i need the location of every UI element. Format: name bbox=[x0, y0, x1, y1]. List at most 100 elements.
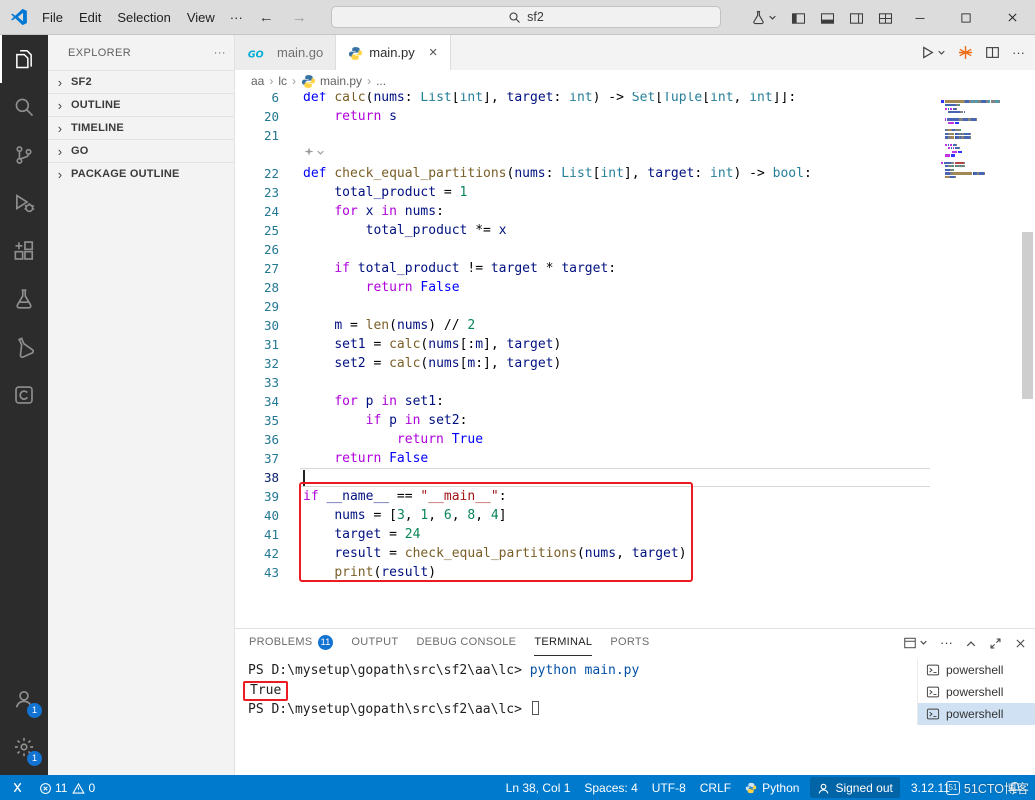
editor-scrollbar[interactable] bbox=[1022, 232, 1033, 399]
status-cursor-position[interactable]: Ln 38, Col 1 bbox=[499, 775, 578, 800]
sparkle-icon[interactable] bbox=[303, 146, 325, 158]
activity-settings[interactable]: 1 bbox=[0, 723, 48, 771]
split-editor-button[interactable] bbox=[985, 45, 1000, 60]
code-line-34[interactable]: 34 for p in set1: bbox=[235, 392, 955, 411]
menu-view[interactable]: View bbox=[179, 7, 223, 28]
close-window-button[interactable] bbox=[989, 0, 1035, 35]
panel-tab-ports[interactable]: PORTS bbox=[610, 629, 649, 656]
sidebar-section-outline[interactable]: ›OUTLINE bbox=[48, 93, 234, 116]
launch-profile-button[interactable] bbox=[751, 10, 777, 25]
terminal-session-item[interactable]: powershell bbox=[918, 703, 1035, 725]
sidebar-more-actions-icon[interactable]: ··· bbox=[214, 47, 226, 59]
code-line-37[interactable]: 37 return False bbox=[235, 449, 955, 468]
code-line-20[interactable]: 20 return s bbox=[235, 107, 955, 126]
minimize-button[interactable] bbox=[897, 0, 943, 35]
panel-tab-problems[interactable]: PROBLEMS11 bbox=[249, 629, 333, 656]
code-line-22[interactable]: 22def check_equal_partitions(nums: List[… bbox=[235, 164, 955, 183]
maximize-button[interactable] bbox=[943, 0, 989, 35]
breadcrumb-item[interactable]: lc bbox=[278, 74, 287, 88]
maximize-panel-icon[interactable] bbox=[965, 635, 977, 650]
status-indentation[interactable]: Spaces: 4 bbox=[577, 775, 644, 800]
code-line-41[interactable]: 41 target = 24 bbox=[235, 525, 955, 544]
menu-overflow-button[interactable]: ··· bbox=[223, 10, 250, 25]
status-eol[interactable]: CRLF bbox=[693, 775, 738, 800]
menu-selection[interactable]: Selection bbox=[109, 7, 178, 28]
problems-status[interactable]: 110 bbox=[32, 775, 102, 800]
code-line-38[interactable]: 38 bbox=[235, 468, 955, 487]
panel-tab-debug-console[interactable]: DEBUG CONSOLE bbox=[416, 629, 516, 656]
editor-more-actions-icon[interactable]: ··· bbox=[1012, 45, 1025, 60]
layout-sidebar-right-icon[interactable] bbox=[849, 9, 864, 25]
panel-tab-terminal[interactable]: TERMINAL bbox=[534, 629, 592, 656]
code-line-36[interactable]: 36 return True bbox=[235, 430, 955, 449]
code-line-39[interactable]: 39if __name__ == "__main__": bbox=[235, 487, 955, 506]
code-line-26[interactable]: 26 bbox=[235, 240, 955, 259]
activity-search[interactable] bbox=[0, 83, 48, 131]
sidebar-section-timeline[interactable]: ›TIMELINE bbox=[48, 116, 234, 139]
status-language-mode[interactable]: Python bbox=[738, 775, 806, 800]
sidebar-section-go[interactable]: ›GO bbox=[48, 139, 234, 162]
activity-extension-b[interactable] bbox=[0, 371, 48, 419]
terminal-session-item[interactable]: powershell bbox=[918, 659, 1035, 681]
code-editor[interactable]: 6def calc(nums: List[int], target: int) … bbox=[235, 92, 1035, 628]
code-line-6[interactable]: 6def calc(nums: List[int], target: int) … bbox=[235, 92, 955, 107]
breadcrumb-item[interactable]: main.py bbox=[301, 73, 362, 88]
code-line-29[interactable]: 29 bbox=[235, 297, 955, 316]
layout-panel-icon[interactable] bbox=[820, 9, 835, 25]
tab-main.py[interactable]: main.py× bbox=[336, 35, 450, 70]
code-line-27[interactable]: 27 if total_product != target * target: bbox=[235, 259, 955, 278]
code-line-33[interactable]: 33 bbox=[235, 373, 955, 392]
terminal-views-button[interactable] bbox=[903, 636, 928, 650]
code-line-40[interactable]: 40 nums = [3, 1, 6, 8, 4] bbox=[235, 506, 955, 525]
error-icon bbox=[39, 780, 52, 794]
panel-tab-output[interactable]: OUTPUT bbox=[351, 629, 398, 656]
code-line-21[interactable]: 21 bbox=[235, 126, 955, 145]
sidebar-section-package-outline[interactable]: ›PACKAGE OUTLINE bbox=[48, 162, 234, 185]
forward-button[interactable]: → bbox=[283, 9, 316, 26]
activity-testing[interactable] bbox=[0, 275, 48, 323]
line-number: 25 bbox=[235, 221, 300, 240]
code-line-23[interactable]: 23 total_product = 1 bbox=[235, 183, 955, 202]
menu-file[interactable]: File bbox=[34, 7, 71, 28]
breadcrumb-item[interactable]: aa bbox=[251, 74, 264, 88]
close-panel-icon[interactable] bbox=[1014, 635, 1027, 650]
code-line-30[interactable]: 30 m = len(nums) // 2 bbox=[235, 316, 955, 335]
activity-accounts[interactable]: 1 bbox=[0, 675, 48, 723]
panel-more-actions-icon[interactable]: ··· bbox=[940, 635, 953, 650]
status-signed-out[interactable]: Signed out bbox=[810, 777, 899, 798]
minimap[interactable] bbox=[939, 92, 1019, 198]
back-button[interactable]: ← bbox=[250, 9, 283, 26]
run-button[interactable] bbox=[920, 45, 946, 60]
terminal-session-item[interactable]: powershell bbox=[918, 681, 1035, 703]
code-line-35[interactable]: 35 if p in set2: bbox=[235, 411, 955, 430]
tab-main.go[interactable]: GOmain.go bbox=[235, 35, 336, 70]
code-line-32[interactable]: 32 set2 = calc(nums[m:], target) bbox=[235, 354, 955, 373]
expand-panel-icon[interactable] bbox=[989, 635, 1002, 650]
layout-sidebar-left-icon[interactable] bbox=[791, 9, 806, 25]
activity-source-control[interactable] bbox=[0, 131, 48, 179]
close-tab-icon[interactable]: × bbox=[429, 45, 438, 60]
activity-explorer[interactable] bbox=[0, 35, 48, 83]
inline-suggestion-row[interactable] bbox=[235, 145, 955, 164]
terminal[interactable]: PS D:\mysetup\gopath\src\sf2\aa\lc> pyth… bbox=[235, 656, 1035, 775]
menu-edit[interactable]: Edit bbox=[71, 7, 109, 28]
code-line-24[interactable]: 24 for x in nums: bbox=[235, 202, 955, 221]
activity-extensions[interactable] bbox=[0, 227, 48, 275]
customize-layout-icon[interactable] bbox=[878, 9, 893, 25]
asterisk-icon[interactable] bbox=[958, 45, 973, 60]
sidebar-section-sf2[interactable]: ›SF2 bbox=[48, 70, 234, 93]
code-line-25[interactable]: 25 total_product *= x bbox=[235, 221, 955, 240]
code-line-42[interactable]: 42 result = check_equal_partitions(nums,… bbox=[235, 544, 955, 563]
code-line-28[interactable]: 28 return False bbox=[235, 278, 955, 297]
activity-extension-a[interactable] bbox=[0, 323, 48, 371]
session-label: powershell bbox=[946, 663, 1003, 677]
breadcrumb-item[interactable]: ... bbox=[376, 74, 386, 88]
status-encoding[interactable]: UTF-8 bbox=[645, 775, 693, 800]
terminal-prompt: PS D:\mysetup\gopath\src\sf2\aa\lc> bbox=[248, 702, 530, 717]
remote-indicator[interactable] bbox=[0, 775, 32, 800]
search-box[interactable]: sf2 bbox=[331, 6, 721, 28]
code-line-43[interactable]: 43 print(result) bbox=[235, 563, 955, 582]
section-label: TIMELINE bbox=[71, 122, 124, 134]
activity-run-and-debug[interactable] bbox=[0, 179, 48, 227]
code-line-31[interactable]: 31 set1 = calc(nums[:m], target) bbox=[235, 335, 955, 354]
